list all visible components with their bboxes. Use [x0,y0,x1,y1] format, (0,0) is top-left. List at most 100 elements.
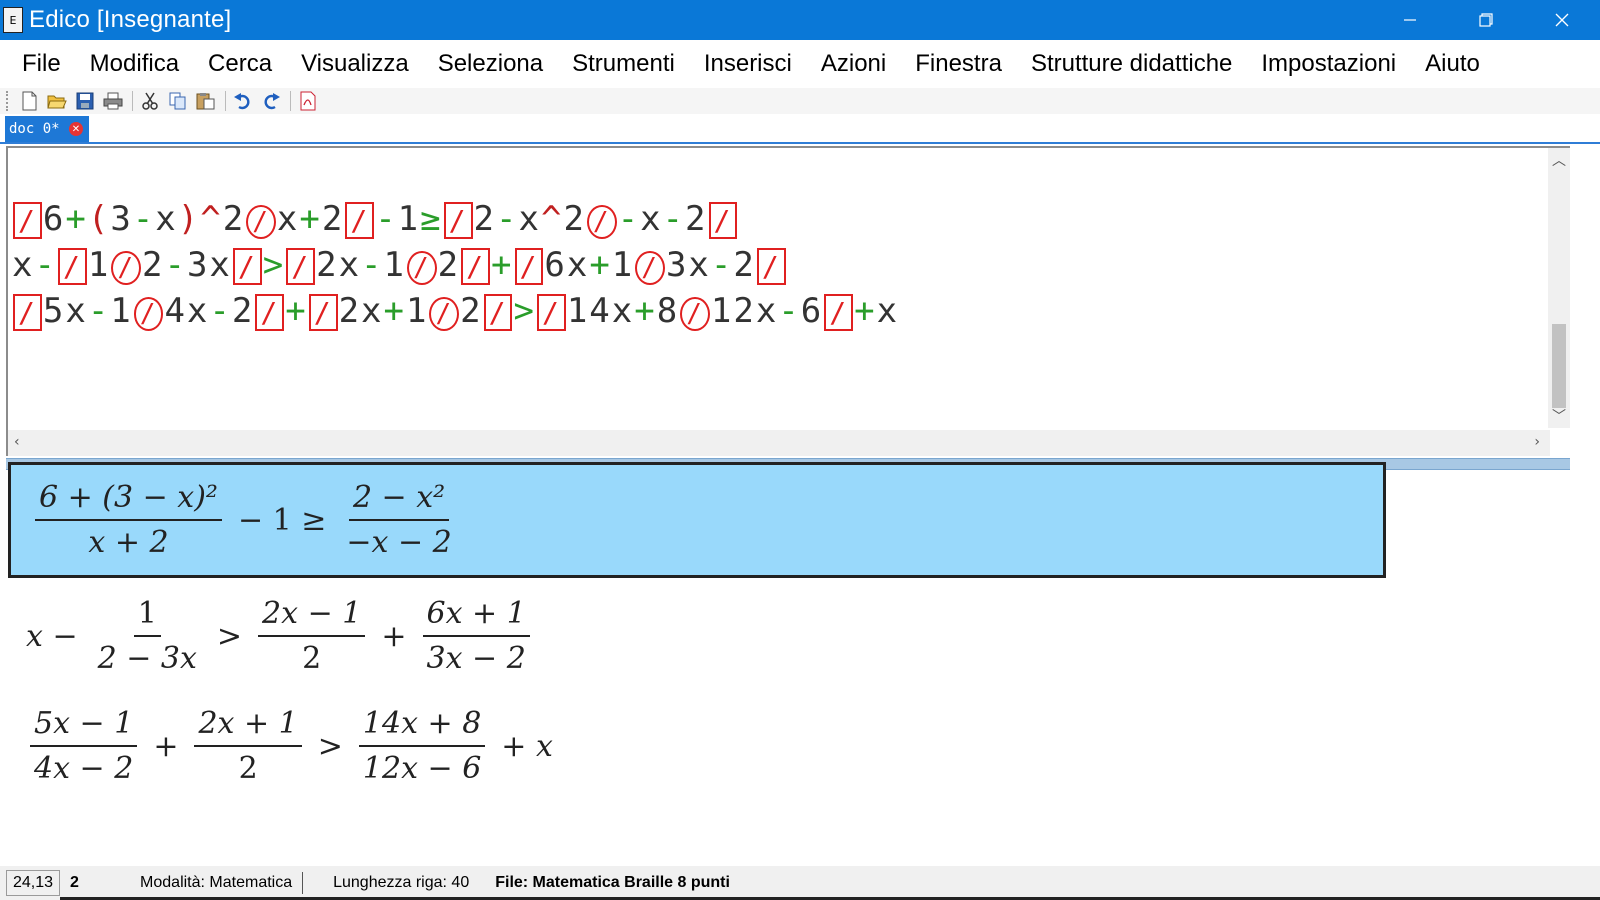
braille-fraction-bound: / [13,294,42,331]
tab-close-icon[interactable]: ✕ [69,122,83,136]
numerator: 6 + (3 − x)² [35,480,222,521]
braille-char: 1 [383,245,407,285]
undo-button[interactable] [232,90,254,112]
braille-operator: + [383,291,406,331]
menu-strutture-didattiche[interactable]: Strutture didattiche [1031,50,1232,78]
scroll-left-icon[interactable]: ‹ [14,434,20,450]
braille-char: 1 [611,245,635,285]
toolbar-grip[interactable] [6,91,10,111]
tab-label: doc 0* [9,121,60,137]
braille-operator: - [710,245,734,285]
scroll-down-icon[interactable]: ﹀ [1552,406,1566,426]
braille-char: x [12,245,35,285]
braille-char: 2 [222,199,246,239]
fraction: 2 − x² −x − 2 [342,480,455,560]
denominator: 4x − 2 [34,751,134,786]
menu-seleziona[interactable]: Seleziona [438,50,543,78]
window-title: Edico [Insegnante] [29,6,232,33]
braille-fraction-divider: / [407,251,437,285]
braille-char: x [155,199,178,239]
braille-fraction-bound: / [536,294,566,331]
open-button[interactable] [46,90,68,112]
app-icon: E [3,7,23,33]
mode-status: Modalità: Matematica [140,874,293,891]
menu-strumenti[interactable]: Strumenti [572,50,675,78]
menu-inserisci[interactable]: Inserisci [704,50,792,78]
cursor-position: 24,13 [6,870,61,896]
scroll-thumb[interactable] [1552,324,1566,408]
pdf-button[interactable] [297,90,319,112]
braille-fraction-divider: / [680,297,710,331]
braille-editor[interactable]: /6+(3-x)^2/x+2/-1≥/2-x^2/-x-2/x-/1/2-3x /… [6,146,1570,456]
braille-char: ^ [540,199,564,239]
braille-operator: + [491,245,514,285]
menu-modifica[interactable]: Modifica [90,50,179,78]
menu-visualizza[interactable]: Visualizza [301,50,409,78]
fraction: 1 2 − 3x [94,596,201,676]
redo-button[interactable] [260,90,282,112]
title-bar: E Edico [Insegnante] [0,0,1600,40]
window-controls [1372,0,1600,40]
braille-operator: + [285,291,308,331]
menu-file[interactable]: File [22,50,61,78]
denominator: 2 [238,751,258,786]
numerator: 6x + 1 [422,596,530,637]
scroll-up-icon[interactable]: ︿ [1552,150,1566,170]
math-preview: 6 + (3 − x)² x + 2 − 1 ≥ 2 − x² −x − 2 x… [6,462,1570,866]
minimize-button[interactable] [1372,0,1448,40]
menu-aiuto[interactable]: Aiuto [1425,50,1480,78]
math-row-2[interactable]: x − 1 2 − 3x > 2x − 1 2 + 6x + 1 3x − 2 [20,586,540,686]
paste-button[interactable] [195,90,217,112]
braille-fraction-bound: / [824,294,854,331]
braille-char: ^ [200,199,223,239]
horizontal-scrollbar[interactable]: ‹ › [8,430,1550,456]
undo-icon [234,93,250,110]
file-status: File: Matematica Braille 8 punti [495,874,730,891]
copy-button[interactable] [167,90,189,112]
new-button[interactable] [18,90,40,112]
line-length-status: Lunghezza riga: 40 [333,874,470,891]
braille-char: 2 [321,199,345,239]
menu-cerca[interactable]: Cerca [208,50,272,78]
tab-doc-0[interactable]: doc 0* ✕ [5,116,89,142]
print-button[interactable] [102,90,124,112]
braille-char: 2 [473,199,496,239]
math-operator: + [153,728,179,764]
numerator: 2x + 1 [194,706,302,747]
braille-fraction-bound: / [232,248,262,285]
braille-char: 2 [563,199,586,239]
math-operator: > [216,618,243,654]
braille-fraction-bound: / [57,248,87,285]
toolbar-separator [290,91,291,111]
save-button[interactable] [74,90,96,112]
braille-line[interactable]: /6+(3-x)^2/x+2/-1≥/2-x^2/-x-2/ [12,196,899,242]
braille-operator: - [361,245,384,285]
document-tabs: doc 0* ✕ [0,114,1600,144]
braille-char: 2x [338,291,384,331]
denominator: −x − 2 [346,525,452,560]
braille-char: 3 [110,199,133,239]
restore-button[interactable] [1448,0,1524,40]
vertical-scrollbar[interactable]: ︿ ﹀ [1548,148,1570,428]
braille-line[interactable]: x-/1/2-3x / >/2x-1/2/+/6x+1/3x-2/ [12,242,899,288]
braille-char: 2 [437,245,461,285]
denominator: 3x − 2 [426,641,526,676]
menu-azioni[interactable]: Azioni [821,50,886,78]
braille-char: 8 [656,291,680,331]
braille-fraction-bound: / [286,248,316,285]
cut-icon [142,92,158,110]
menu-impostazioni[interactable]: Impostazioni [1261,50,1396,78]
braille-line[interactable]: /5x-1/4x-2/+/2x+1/2/>/14x+8/12x-6/+x [12,288,899,334]
math-row-3[interactable]: 5x − 1 4x − 2 + 2x + 1 2 > 14x + 8 12x −… [20,696,559,796]
braille-char: 1 [397,199,421,239]
cut-button[interactable] [139,90,161,112]
close-button[interactable] [1524,0,1600,40]
minimize-icon [1404,19,1416,21]
toolbar-separator [225,91,226,111]
math-row-1-selected[interactable]: 6 + (3 − x)² x + 2 − 1 ≥ 2 − x² −x − 2 [8,462,1386,578]
braille-char: 2 [685,199,708,239]
scroll-right-icon[interactable]: › [1534,434,1540,450]
menu-finestra[interactable]: Finestra [915,50,1002,78]
braille-fraction-divider: / [586,205,617,239]
close-icon [1555,13,1569,27]
